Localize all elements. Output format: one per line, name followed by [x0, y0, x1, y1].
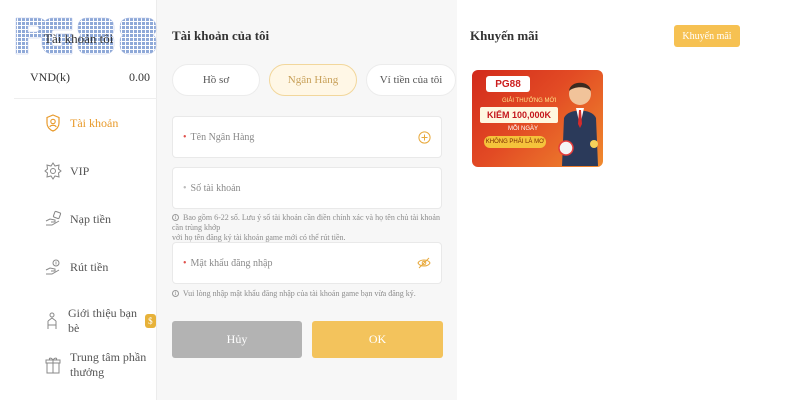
sidebar-item-label: Rút tiền — [70, 259, 109, 274]
sidebar: Tài khoản tôi VND(k) 0.00 Tài khoản VIP … — [0, 0, 157, 400]
tab-my-wallet[interactable]: Ví tiền của tôi — [366, 64, 456, 96]
sidebar-item-label-line1: Trung tâm phần — [70, 350, 147, 364]
password-placeholder: Mật khẩu đăng nhập — [190, 257, 273, 269]
promotions-button[interactable]: Khuyến mãi — [674, 25, 740, 47]
bank-name-placeholder: Tên Ngân Hàng — [190, 131, 255, 143]
required-marker: • — [183, 131, 187, 143]
ok-button[interactable]: OK — [312, 321, 443, 358]
sidebar-item-deposit[interactable]: Nạp tiền — [44, 210, 111, 228]
sidebar-item-vip[interactable]: VIP — [44, 162, 89, 180]
promo-tag: GIẢI THƯỞNG MỚI — [502, 98, 557, 104]
balance-value: 0.00 — [129, 70, 150, 84]
cancel-button[interactable]: Hủy — [172, 321, 302, 358]
info-icon: i — [172, 214, 179, 221]
user-shield-icon — [44, 114, 62, 132]
required-marker: • — [183, 257, 187, 269]
balance-row: VND(k) 0.00 — [30, 70, 150, 85]
account-number-field[interactable]: • Số tài khoản — [172, 167, 442, 209]
sidebar-item-label: VIP — [70, 163, 90, 178]
sidebar-item-label: Trung tâm phần thưởng — [70, 350, 146, 380]
page-title: Tài khoản của tôi — [172, 28, 270, 43]
password-hint-text: Vui lòng nhập mật khẩu đăng nhập của tài… — [182, 289, 416, 298]
promo-banner[interactable]: PG88 GIẢI THƯỞNG MỚI KIẾM 100,000K MỖI N… — [472, 70, 603, 167]
sidebar-item-account[interactable]: Tài khoản — [44, 114, 118, 132]
sidebar-item-label-line2: thưởng — [70, 365, 105, 379]
gift-icon — [44, 356, 62, 374]
sidebar-item-label: Nạp tiền — [70, 211, 111, 226]
promo-brand: PG88 — [486, 76, 530, 92]
coin-bag-icon: $ — [144, 314, 156, 328]
password-hint: i Vui lòng nhập mật khẩu đăng nhập của t… — [172, 289, 450, 299]
account-number-hint-line2: với họ tên đăng ký tài khoản game mới có… — [172, 233, 346, 242]
promo-slogan: KHÔNG PHẢI LÀ MƠ — [484, 136, 546, 148]
balance-currency: VND(k) — [30, 70, 70, 84]
promo-title: Khuyến mãi — [470, 28, 539, 43]
sidebar-item-withdraw[interactable]: Rút tiền — [44, 258, 108, 276]
account-number-hint: i Bao gồm 6-22 số. Lưu ý số tài khoản cầ… — [172, 213, 450, 243]
password-field[interactable]: • Mật khẩu đăng nhập — [172, 242, 442, 284]
plus-circle-icon[interactable] — [417, 130, 431, 144]
sidebar-divider — [14, 98, 157, 99]
vip-badge-icon — [44, 162, 62, 180]
deposit-hand-icon — [44, 210, 62, 228]
sidebar-item-refer-friend[interactable]: Giới thiệu bạn bè $ — [44, 306, 156, 336]
sidebar-item-label: Tài khoản — [70, 115, 119, 130]
promo-character-illustration — [558, 82, 598, 166]
bank-name-field[interactable]: • Tên Ngân Hàng — [172, 116, 442, 158]
account-label: Tài khoản tôi — [44, 31, 114, 46]
withdraw-hand-icon — [44, 258, 62, 276]
field-bullet: • — [183, 182, 187, 194]
promo-subtag: MỖI NGÀY — [508, 126, 539, 132]
info-icon: i — [172, 290, 179, 297]
account-tabs: Hồ sơ Ngân Hàng Ví tiền của tôi — [172, 64, 456, 96]
refer-friend-icon — [44, 312, 60, 330]
tab-bank[interactable]: Ngân Hàng — [269, 64, 357, 96]
promo-headline: KIẾM 100,000K — [480, 107, 558, 123]
sidebar-item-label: Giới thiệu bạn bè — [68, 306, 137, 335]
account-number-placeholder: Số tài khoản — [190, 182, 241, 194]
tab-profile[interactable]: Hồ sơ — [172, 64, 260, 96]
eye-off-icon[interactable] — [417, 256, 431, 270]
sidebar-item-rewards-center[interactable]: Trung tâm phần thưởng — [44, 350, 146, 380]
account-number-hint-line1: Bao gồm 6-22 số. Lưu ý số tài khoản cần … — [172, 213, 440, 232]
